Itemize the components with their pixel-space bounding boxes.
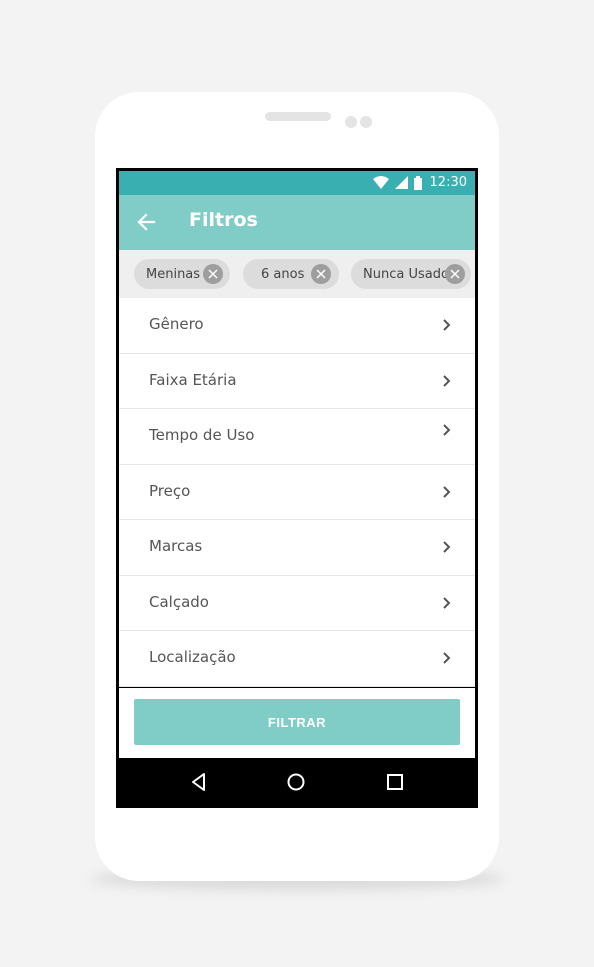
chevron-right-icon [443, 652, 451, 664]
filter-item-label: Marcas [149, 537, 203, 555]
status-time: 12:30 [429, 175, 467, 190]
filter-item-label: Faixa Etária [149, 370, 237, 389]
chip-label: 6 anos [261, 266, 305, 282]
phone-screen: 12:30 Filtros Meninas 6 anos Nunca Usado [116, 168, 478, 808]
bottom-action-area: FILTRAR [119, 688, 475, 758]
battery-icon [413, 175, 422, 190]
phone-sensor [345, 116, 357, 128]
page-title: Filtros [189, 209, 258, 231]
filter-item-faixa-etaria[interactable]: Faixa Etária [119, 354, 475, 409]
wifi-icon [372, 176, 389, 189]
close-circle-icon[interactable] [203, 264, 223, 284]
chip-6-anos: 6 anos [243, 259, 339, 289]
filter-item-calcado[interactable]: Calçado [119, 576, 475, 631]
status-bar: 12:30 [119, 171, 475, 195]
filter-item-marcas[interactable]: Marcas [119, 520, 475, 576]
arrow-left-icon[interactable] [135, 211, 157, 233]
recents-square-icon[interactable] [384, 771, 406, 793]
chevron-right-icon [443, 424, 451, 436]
chip-label: Meninas [146, 266, 201, 282]
chip-label: Nunca Usado [363, 266, 449, 282]
home-circle-icon[interactable] [285, 771, 307, 793]
chip-nunca-usado: Nunca Usado [351, 259, 471, 289]
back-triangle-icon[interactable] [188, 771, 210, 793]
chevron-right-icon [443, 319, 451, 331]
filter-item-preco[interactable]: Preço [119, 465, 475, 520]
chevron-right-icon [443, 596, 451, 609]
chip-meninas: Meninas [134, 259, 230, 289]
chevron-right-icon [443, 541, 451, 553]
filter-item-label: Preço [149, 481, 191, 500]
close-circle-icon[interactable] [311, 264, 331, 284]
chevron-right-icon [443, 485, 451, 498]
app-bar: Filtros [119, 195, 475, 250]
filter-item-genero[interactable]: Gênero [119, 298, 475, 354]
filter-item-tempo-de-uso[interactable]: Tempo de Uso [119, 409, 475, 465]
filter-item-localizacao[interactable]: Localização [119, 631, 475, 687]
filter-button[interactable]: FILTRAR [134, 699, 460, 745]
phone-camera [360, 116, 372, 128]
active-filter-chips: Meninas 6 anos Nunca Usado [119, 250, 475, 298]
filter-item-label: Localização [149, 648, 236, 666]
phone-speaker [265, 112, 331, 121]
filter-item-label: Tempo de Uso [149, 426, 255, 444]
filter-item-label: Gênero [149, 315, 204, 333]
close-circle-icon[interactable] [445, 264, 465, 284]
system-nav-bar [119, 758, 475, 805]
filter-item-label: Calçado [149, 592, 209, 611]
filter-button-label: FILTRAR [267, 714, 327, 730]
filter-list: Gênero Faixa Etária Tempo de Uso Preço M… [119, 298, 475, 687]
signal-icon [394, 176, 408, 189]
chevron-right-icon [443, 374, 451, 387]
